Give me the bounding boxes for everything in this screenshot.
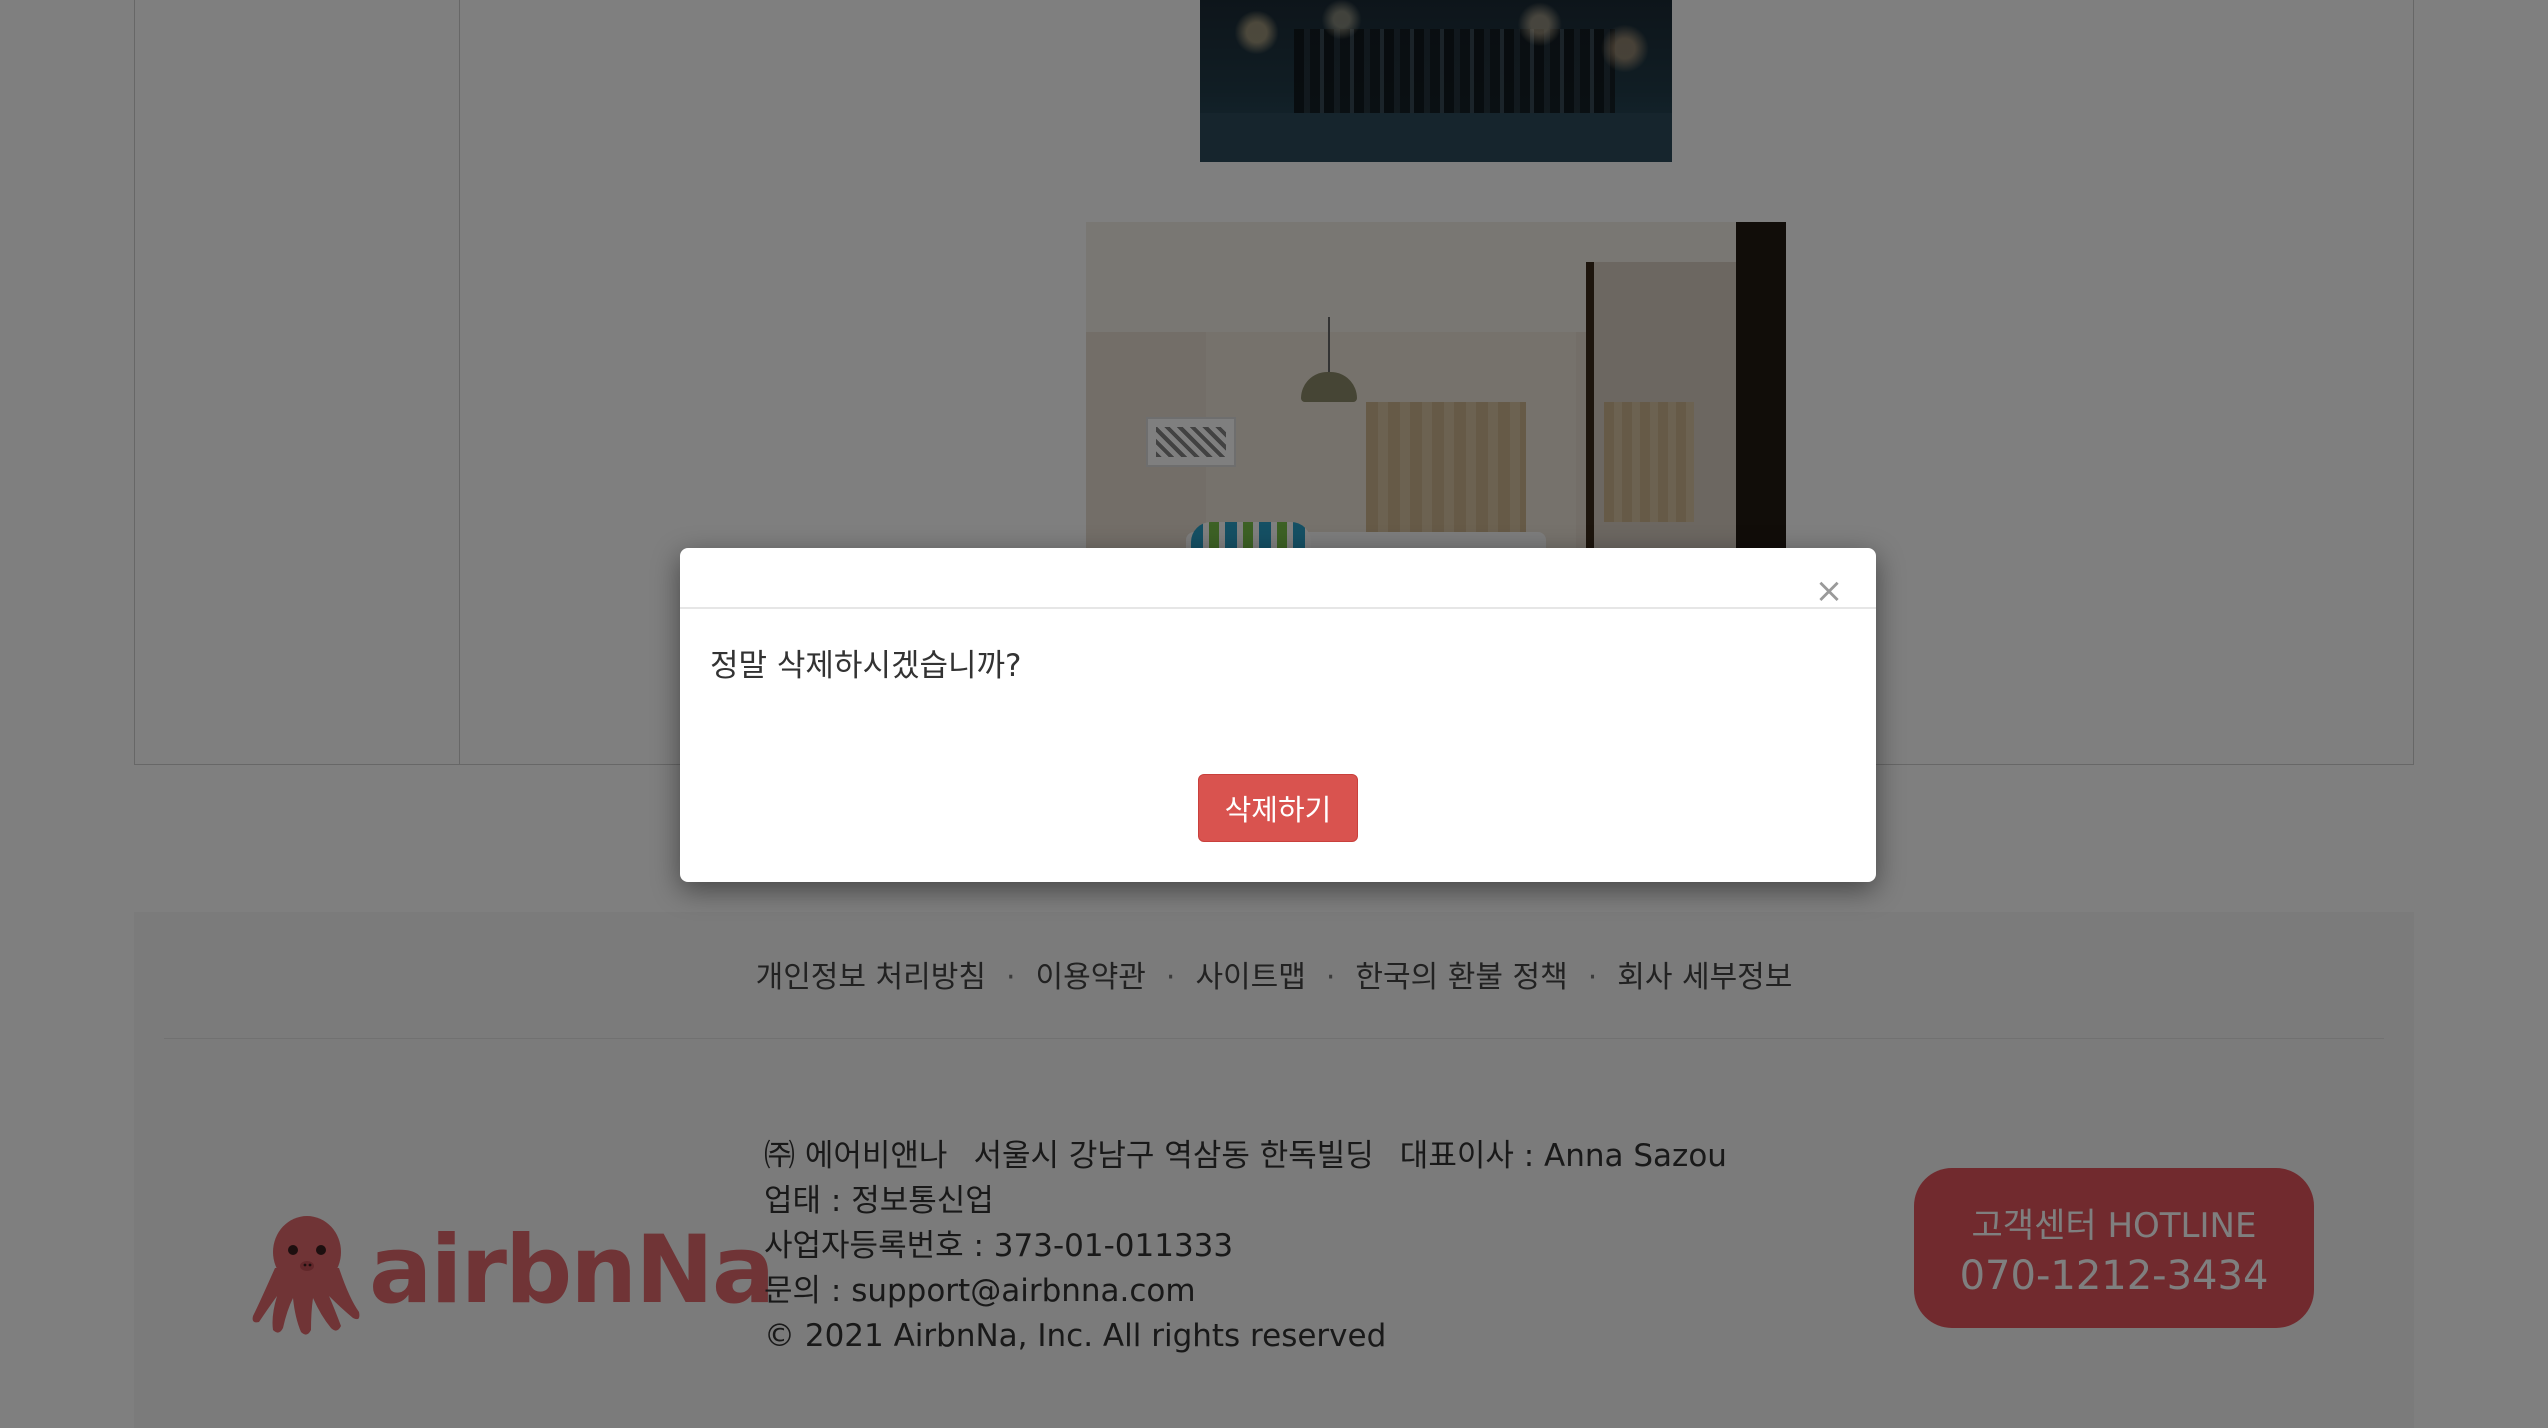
modal-header: ×	[680, 548, 1876, 609]
close-icon[interactable]: ×	[1812, 574, 1846, 608]
delete-button[interactable]: 삭제하기	[1198, 774, 1358, 842]
modal-message: 정말 삭제하시겠습니까?	[710, 648, 1022, 684]
delete-confirm-modal: × 정말 삭제하시겠습니까? 삭제하기	[680, 548, 1876, 882]
